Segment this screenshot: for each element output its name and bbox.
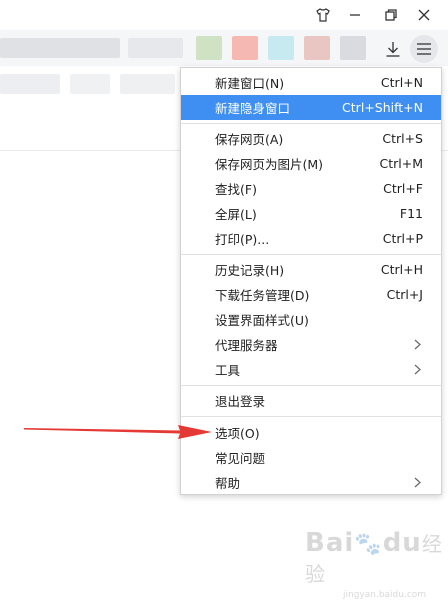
- menu-item-help[interactable]: 帮助: [181, 470, 441, 495]
- close-icon[interactable]: [412, 4, 436, 26]
- main-menu-button[interactable]: [410, 35, 438, 63]
- menu-item-new-window[interactable]: 新建窗口(N) Ctrl+N: [181, 70, 441, 95]
- menu-separator: [181, 123, 441, 124]
- menu-separator: [181, 385, 441, 386]
- blurred-bookmarks: [0, 38, 120, 58]
- menu-item-find[interactable]: 查找(F) Ctrl+F: [181, 176, 441, 201]
- menu-item-proxy[interactable]: 代理服务器: [181, 332, 441, 357]
- blurred-bookmark: [268, 36, 294, 60]
- menu-item-history[interactable]: 历史记录(H) Ctrl+H: [181, 257, 441, 282]
- menu-item-save-page[interactable]: 保存网页(A) Ctrl+S: [181, 126, 441, 151]
- watermark-logo: Bai🐾du经验: [305, 528, 443, 586]
- minimize-icon[interactable]: [343, 4, 367, 26]
- menu-item-new-incognito-window[interactable]: 新建隐身窗口 Ctrl+Shift+N: [181, 95, 441, 120]
- paw-icon: 🐾: [354, 532, 383, 557]
- menu-separator: [181, 254, 441, 255]
- restore-icon[interactable]: [379, 4, 403, 26]
- skin-icon[interactable]: [311, 4, 335, 26]
- menu-item-save-page-as-image[interactable]: 保存网页为图片(M) Ctrl+M: [181, 151, 441, 176]
- menu-separator: [181, 416, 441, 417]
- hamburger-icon: [417, 43, 431, 55]
- chevron-right-icon: [414, 339, 421, 350]
- blurred-bookmark: [232, 36, 258, 60]
- chevron-right-icon: [414, 364, 421, 375]
- menu-item-tools[interactable]: 工具: [181, 357, 441, 382]
- blurred-bookmark: [196, 36, 222, 60]
- blurred-tab: [70, 74, 110, 94]
- blurred-bookmark: [304, 36, 330, 60]
- bookmark-toolbar: [0, 30, 448, 66]
- window-titlebar: [0, 0, 448, 30]
- menu-item-downloads[interactable]: 下载任务管理(D) Ctrl+J: [181, 282, 441, 307]
- menu-item-faq[interactable]: 常见问题: [181, 445, 441, 470]
- download-icon[interactable]: [382, 38, 404, 60]
- menu-item-options[interactable]: 选项(O): [181, 420, 441, 445]
- menu-item-fullscreen[interactable]: 全屏(L) F11: [181, 201, 441, 226]
- menu-item-print[interactable]: 打印(P)... Ctrl+P: [181, 226, 441, 251]
- red-arrow-annotation: [24, 425, 212, 439]
- menu-item-appearance[interactable]: 设置界面样式(U): [181, 307, 441, 332]
- watermark: Bai🐾du经验 jingyan.baidu.com: [305, 528, 448, 600]
- main-dropdown-menu: 新建窗口(N) Ctrl+N 新建隐身窗口 Ctrl+Shift+N 保存网页(…: [180, 67, 442, 495]
- blurred-bookmark: [128, 38, 183, 58]
- blurred-tab: [0, 74, 60, 94]
- blurred-bookmark: [340, 36, 366, 60]
- watermark-url: jingyan.baidu.com: [343, 590, 427, 600]
- blurred-tab: [120, 74, 175, 94]
- menu-item-logout[interactable]: 退出登录: [181, 388, 441, 413]
- chevron-right-icon: [414, 477, 421, 488]
